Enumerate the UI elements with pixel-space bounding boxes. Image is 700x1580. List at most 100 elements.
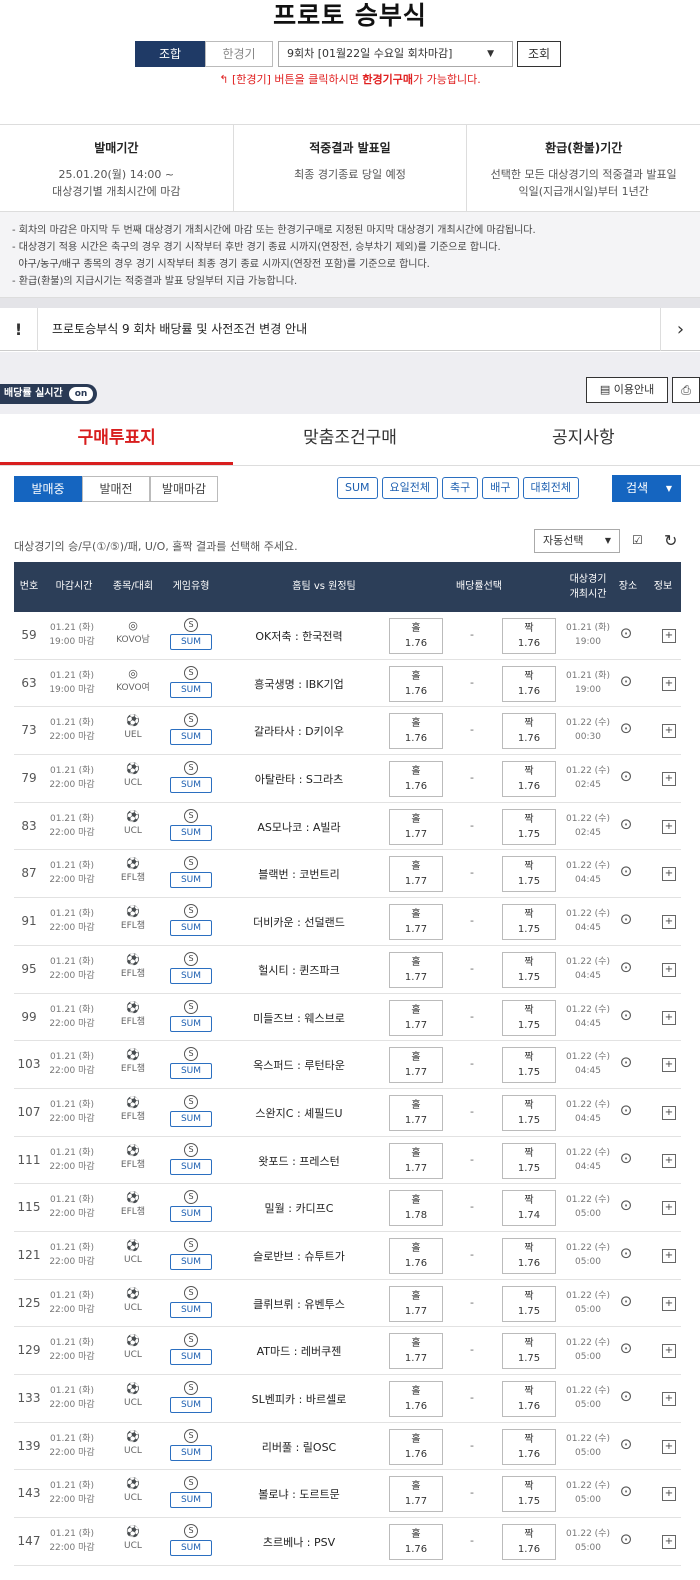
header-no[interactable]: 번호 bbox=[14, 562, 44, 612]
odd-button[interactable]: 홀 1.77 bbox=[389, 1285, 443, 1322]
header-match[interactable]: 홈팀 vs 원정팀 bbox=[264, 562, 384, 612]
location-pin-icon[interactable]: ⊙ bbox=[616, 767, 636, 785]
tab-custom-purchase[interactable]: 맞춤조건구매 bbox=[233, 414, 466, 465]
plus-icon[interactable]: + bbox=[662, 1296, 676, 1311]
tab-single-game[interactable]: 한경기 bbox=[205, 41, 273, 67]
header-type[interactable]: 게임유형 bbox=[164, 562, 218, 612]
plus-icon[interactable]: + bbox=[662, 867, 676, 882]
location-pin-icon[interactable]: ⊙ bbox=[616, 1530, 636, 1548]
odd-button[interactable]: 홀 1.77 bbox=[389, 808, 443, 845]
odd-button[interactable]: 홀 1.77 bbox=[389, 1047, 443, 1084]
plus-icon[interactable]: + bbox=[662, 915, 676, 930]
location-pin-icon[interactable]: ⊙ bbox=[616, 958, 636, 976]
filter-weekday[interactable]: 요일전체 bbox=[381, 477, 439, 499]
even-button[interactable]: 짝 1.75 bbox=[502, 1094, 556, 1131]
header-game-time[interactable]: 대상경기 개최시간 bbox=[560, 562, 616, 612]
even-button[interactable]: 짝 1.75 bbox=[502, 1476, 556, 1513]
even-button[interactable]: 짝 1.76 bbox=[502, 1237, 556, 1274]
plus-icon[interactable]: + bbox=[662, 1487, 676, 1502]
location-pin-icon[interactable]: ⊙ bbox=[616, 1387, 636, 1405]
odd-button[interactable]: 홀 1.76 bbox=[389, 618, 443, 654]
plus-icon[interactable]: + bbox=[662, 962, 676, 977]
odd-button[interactable]: 홀 1.77 bbox=[389, 951, 443, 988]
chevron-right-icon[interactable]: › bbox=[660, 308, 700, 351]
tab-on-sale[interactable]: 발매중 bbox=[14, 476, 82, 502]
even-button[interactable]: 짝 1.75 bbox=[502, 1333, 556, 1370]
plus-icon[interactable]: + bbox=[662, 1535, 676, 1550]
search-button[interactable]: 검색 ▼ bbox=[612, 475, 681, 502]
filter-volleyball[interactable]: 배구 bbox=[482, 477, 519, 499]
filter-soccer[interactable]: 축구 bbox=[442, 477, 479, 499]
odd-button[interactable]: 홀 1.76 bbox=[389, 761, 443, 798]
odd-button[interactable]: 홀 1.77 bbox=[389, 904, 443, 941]
odd-button[interactable]: 홀 1.78 bbox=[389, 1190, 443, 1227]
even-button[interactable]: 짝 1.76 bbox=[502, 618, 556, 654]
odd-button[interactable]: 홀 1.76 bbox=[389, 665, 443, 702]
guide-button[interactable]: ▤ 이용안내 bbox=[586, 377, 668, 403]
odd-button[interactable]: 홀 1.76 bbox=[389, 713, 443, 750]
header-league[interactable]: 종목/대회 bbox=[108, 562, 158, 612]
header-deadline[interactable]: 마감시간 bbox=[44, 562, 104, 612]
even-button[interactable]: 짝 1.75 bbox=[502, 1047, 556, 1084]
location-pin-icon[interactable]: ⊙ bbox=[616, 1196, 636, 1214]
odd-button[interactable]: 홀 1.77 bbox=[389, 1094, 443, 1131]
filter-competition[interactable]: 대회전체 bbox=[522, 477, 579, 499]
tab-pre-sale[interactable]: 발매전 bbox=[82, 476, 150, 502]
odd-button[interactable]: 홀 1.77 bbox=[389, 999, 443, 1036]
even-button[interactable]: 짝 1.75 bbox=[502, 808, 556, 845]
location-pin-icon[interactable]: ⊙ bbox=[616, 910, 636, 928]
location-pin-icon[interactable]: ⊙ bbox=[616, 1244, 636, 1262]
tab-notices[interactable]: 공지사항 bbox=[467, 414, 700, 465]
odd-button[interactable]: 홀 1.76 bbox=[389, 1428, 443, 1465]
location-pin-icon[interactable]: ⊙ bbox=[616, 1482, 636, 1500]
location-pin-icon[interactable]: ⊙ bbox=[616, 719, 636, 737]
location-pin-icon[interactable]: ⊙ bbox=[616, 1149, 636, 1167]
plus-icon[interactable]: + bbox=[662, 1248, 676, 1263]
filter-sum[interactable]: SUM bbox=[337, 477, 378, 499]
even-button[interactable]: 짝 1.75 bbox=[502, 856, 556, 893]
odd-button[interactable]: 홀 1.76 bbox=[389, 1237, 443, 1274]
odd-button[interactable]: 홀 1.77 bbox=[389, 1142, 443, 1179]
even-button[interactable]: 짝 1.76 bbox=[502, 1428, 556, 1465]
even-button[interactable]: 짝 1.75 bbox=[502, 1285, 556, 1322]
plus-icon[interactable]: + bbox=[662, 1105, 676, 1120]
plus-icon[interactable]: + bbox=[662, 819, 676, 834]
plus-icon[interactable]: + bbox=[662, 1058, 676, 1073]
location-pin-icon[interactable]: ⊙ bbox=[616, 1006, 636, 1024]
plus-icon[interactable]: + bbox=[662, 1392, 676, 1406]
odd-button[interactable]: 홀 1.76 bbox=[389, 1524, 443, 1561]
even-button[interactable]: 짝 1.74 bbox=[502, 1190, 556, 1227]
location-pin-icon[interactable]: ⊙ bbox=[616, 815, 636, 833]
notice-text[interactable]: 프로토승부식 9 회차 배당률 및 사전조건 변경 안내 bbox=[52, 308, 307, 351]
plus-icon[interactable]: + bbox=[662, 1010, 676, 1025]
plus-icon[interactable]: + bbox=[662, 1201, 676, 1216]
odd-button[interactable]: 홀 1.77 bbox=[389, 1333, 443, 1370]
location-pin-icon[interactable]: ⊙ bbox=[616, 1292, 636, 1310]
view-button[interactable]: 조회 bbox=[517, 41, 561, 67]
plus-icon[interactable]: + bbox=[662, 1153, 676, 1168]
odd-button[interactable]: 홀 1.77 bbox=[389, 856, 443, 893]
odd-button[interactable]: 홀 1.77 bbox=[389, 1476, 443, 1513]
plus-icon[interactable]: + bbox=[662, 629, 676, 643]
checkbox-toggle-icon[interactable]: ☑ bbox=[632, 533, 650, 551]
even-button[interactable]: 짝 1.76 bbox=[502, 713, 556, 750]
plus-icon[interactable]: + bbox=[662, 724, 676, 739]
notice-bar[interactable]: ! 프로토승부식 9 회차 배당률 및 사전조건 변경 안내 › bbox=[0, 308, 700, 351]
location-pin-icon[interactable]: ⊙ bbox=[616, 1101, 636, 1119]
even-button[interactable]: 짝 1.75 bbox=[502, 1142, 556, 1179]
plus-icon[interactable]: + bbox=[662, 772, 676, 787]
tab-combo[interactable]: 조합 bbox=[135, 41, 205, 67]
plus-icon[interactable]: + bbox=[662, 1439, 676, 1454]
odds-realtime-toggle[interactable]: 배당률 실시간 on bbox=[0, 384, 98, 404]
even-button[interactable]: 짝 1.76 bbox=[502, 1524, 556, 1561]
print-icon[interactable]: ⎙ bbox=[672, 377, 700, 403]
location-pin-icon[interactable]: ⊙ bbox=[616, 1435, 636, 1453]
location-pin-icon[interactable]: ⊙ bbox=[616, 672, 636, 690]
even-button[interactable]: 짝 1.75 bbox=[502, 904, 556, 941]
even-button[interactable]: 짝 1.75 bbox=[502, 951, 556, 988]
tab-closed[interactable]: 발매마감 bbox=[150, 476, 218, 502]
even-button[interactable]: 짝 1.76 bbox=[502, 1381, 556, 1417]
odd-button[interactable]: 홀 1.76 bbox=[389, 1381, 443, 1417]
even-button[interactable]: 짝 1.76 bbox=[502, 761, 556, 798]
even-button[interactable]: 짝 1.75 bbox=[502, 999, 556, 1036]
